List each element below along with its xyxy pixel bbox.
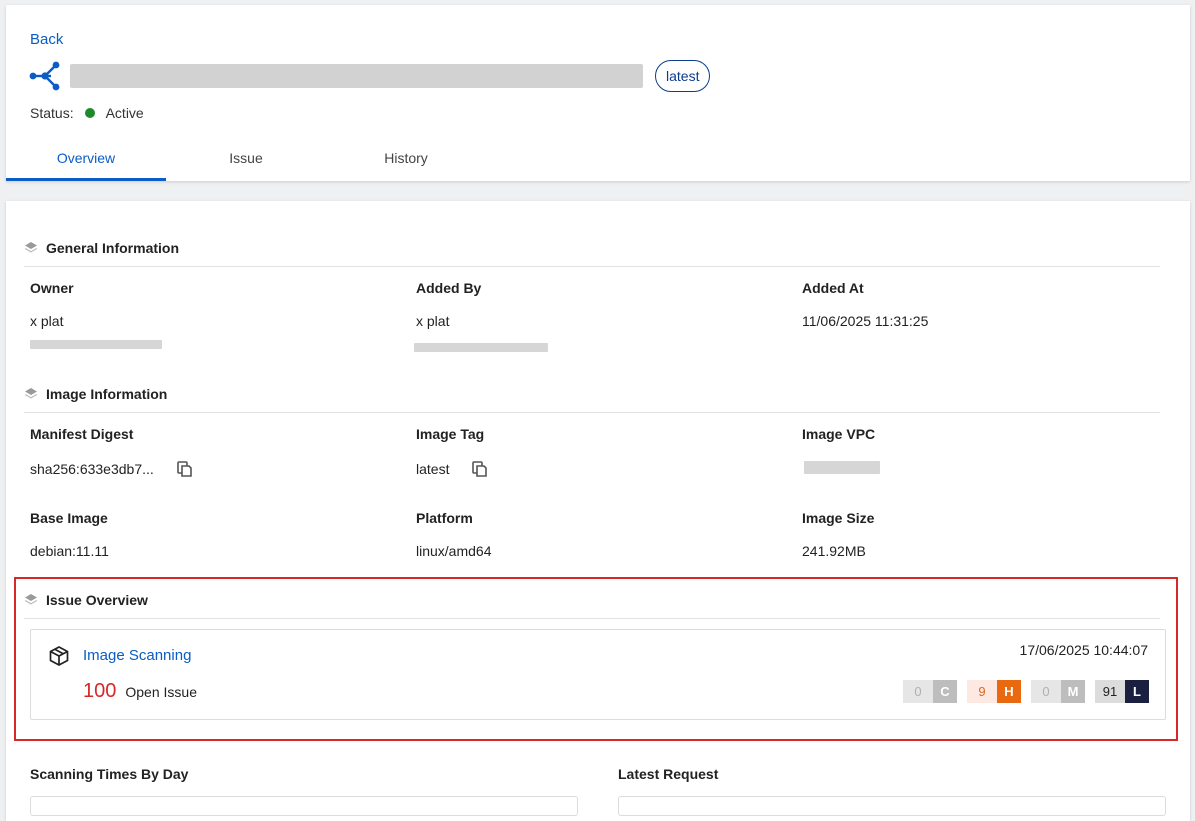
added-by-field: Added By x plat — [416, 280, 481, 329]
layers-icon — [25, 594, 37, 605]
manifest-digest-field: Manifest Digest sha256:633e3db7... — [30, 426, 194, 478]
manifest-digest-row: sha256:633e3db7... — [30, 460, 194, 478]
tab-history[interactable]: History — [326, 138, 486, 181]
severity-medium-letter: M — [1061, 680, 1085, 703]
tab-issue[interactable]: Issue — [166, 138, 326, 181]
base-image-label: Base Image — [30, 510, 108, 526]
redacted-owner-detail — [30, 340, 162, 349]
severity-high-badge: 9 H — [967, 680, 1021, 703]
status-row: Status: Active — [30, 105, 144, 121]
latest-request-label: Latest Request — [618, 766, 719, 782]
severity-critical-badge: 0 C — [903, 680, 957, 703]
image-size-value: 241.92MB — [802, 543, 866, 559]
severity-low-letter: L — [1125, 680, 1149, 703]
image-tag-row: latest — [416, 460, 489, 478]
manifest-digest-label: Manifest Digest — [30, 426, 134, 442]
tab-bar: Overview Issue History — [6, 138, 486, 181]
issue-overview-heading: Issue Overview — [24, 592, 1160, 619]
base-image-field: Base Image debian:11.11 — [30, 510, 109, 559]
image-scanning-card: Image Scanning 100 Open Issue 17/06/2025… — [30, 629, 1166, 720]
image-information-heading: Image Information — [24, 386, 1160, 413]
image-header-card: Back latest Status: Active Overview Issu… — [6, 5, 1190, 181]
tab-overview[interactable]: Overview — [6, 138, 166, 181]
manifest-digest-value: sha256:633e3db7... — [30, 461, 154, 477]
status-dot-icon — [84, 108, 95, 118]
scan-date: 17/06/2025 10:44:07 — [1019, 642, 1148, 658]
open-issue-label: Open Issue — [125, 684, 197, 700]
platform-value: linux/amd64 — [416, 543, 492, 559]
latest-request-panel — [618, 796, 1166, 816]
layers-icon — [25, 388, 37, 399]
owner-value: x plat — [30, 313, 64, 329]
image-network-icon — [29, 61, 60, 91]
severity-low-count: 91 — [1095, 680, 1125, 703]
package-box-icon — [49, 646, 69, 666]
platform-label: Platform — [416, 510, 473, 526]
severity-high-letter: H — [997, 680, 1021, 703]
severity-medium-count: 0 — [1031, 680, 1061, 703]
added-at-field: Added At 11/06/2025 11:31:25 — [802, 280, 928, 329]
image-tag-label: Image Tag — [416, 426, 485, 442]
scanning-times-by-day-label: Scanning Times By Day — [30, 766, 189, 782]
issue-overview-title: Issue Overview — [46, 592, 148, 608]
severity-critical-letter: C — [933, 680, 957, 703]
status-label: Status: — [30, 105, 74, 121]
image-size-field: Image Size 241.92MB — [802, 510, 874, 559]
open-issue-number: 100 — [83, 680, 117, 702]
copy-icon[interactable] — [176, 460, 194, 478]
image-title-row: latest — [28, 60, 711, 92]
redacted-image-name — [70, 64, 643, 88]
added-at-label: Added At — [802, 280, 864, 296]
image-information-title: Image Information — [46, 386, 168, 402]
image-tag-field: Image Tag latest — [416, 426, 489, 478]
general-information-title: General Information — [46, 240, 180, 256]
added-by-value: x plat — [416, 313, 450, 329]
tag-badge: latest — [655, 60, 711, 92]
general-information-heading: General Information — [24, 240, 1160, 267]
image-vpc-field: Image VPC — [802, 426, 875, 442]
copy-icon[interactable] — [471, 460, 489, 478]
platform-field: Platform linux/amd64 — [416, 510, 492, 559]
severity-low-badge: 91 L — [1095, 680, 1149, 703]
redacted-added-by-detail — [414, 343, 548, 352]
back-link[interactable]: Back — [30, 31, 63, 48]
image-tag-value: latest — [416, 461, 450, 477]
base-image-value: debian:11.11 — [30, 543, 109, 559]
owner-field: Owner x plat — [30, 280, 74, 329]
severity-medium-badge: 0 M — [1031, 680, 1085, 703]
open-issue-count: 100 Open Issue — [83, 680, 197, 703]
status-value: Active — [105, 105, 144, 121]
image-scanning-link[interactable]: Image Scanning — [83, 647, 191, 664]
severity-critical-count: 0 — [903, 680, 933, 703]
added-at-value: 11/06/2025 11:31:25 — [802, 313, 929, 329]
owner-label: Owner — [30, 280, 74, 296]
image-size-label: Image Size — [802, 510, 875, 526]
layers-icon — [25, 242, 37, 253]
scanning-times-chart-panel — [30, 796, 578, 816]
severity-badges: 0 C 9 H 0 M 91 L — [893, 680, 1149, 703]
redacted-image-vpc-value — [804, 461, 880, 474]
image-vpc-label: Image VPC — [802, 426, 876, 442]
severity-high-count: 9 — [967, 680, 997, 703]
added-by-label: Added By — [416, 280, 482, 296]
